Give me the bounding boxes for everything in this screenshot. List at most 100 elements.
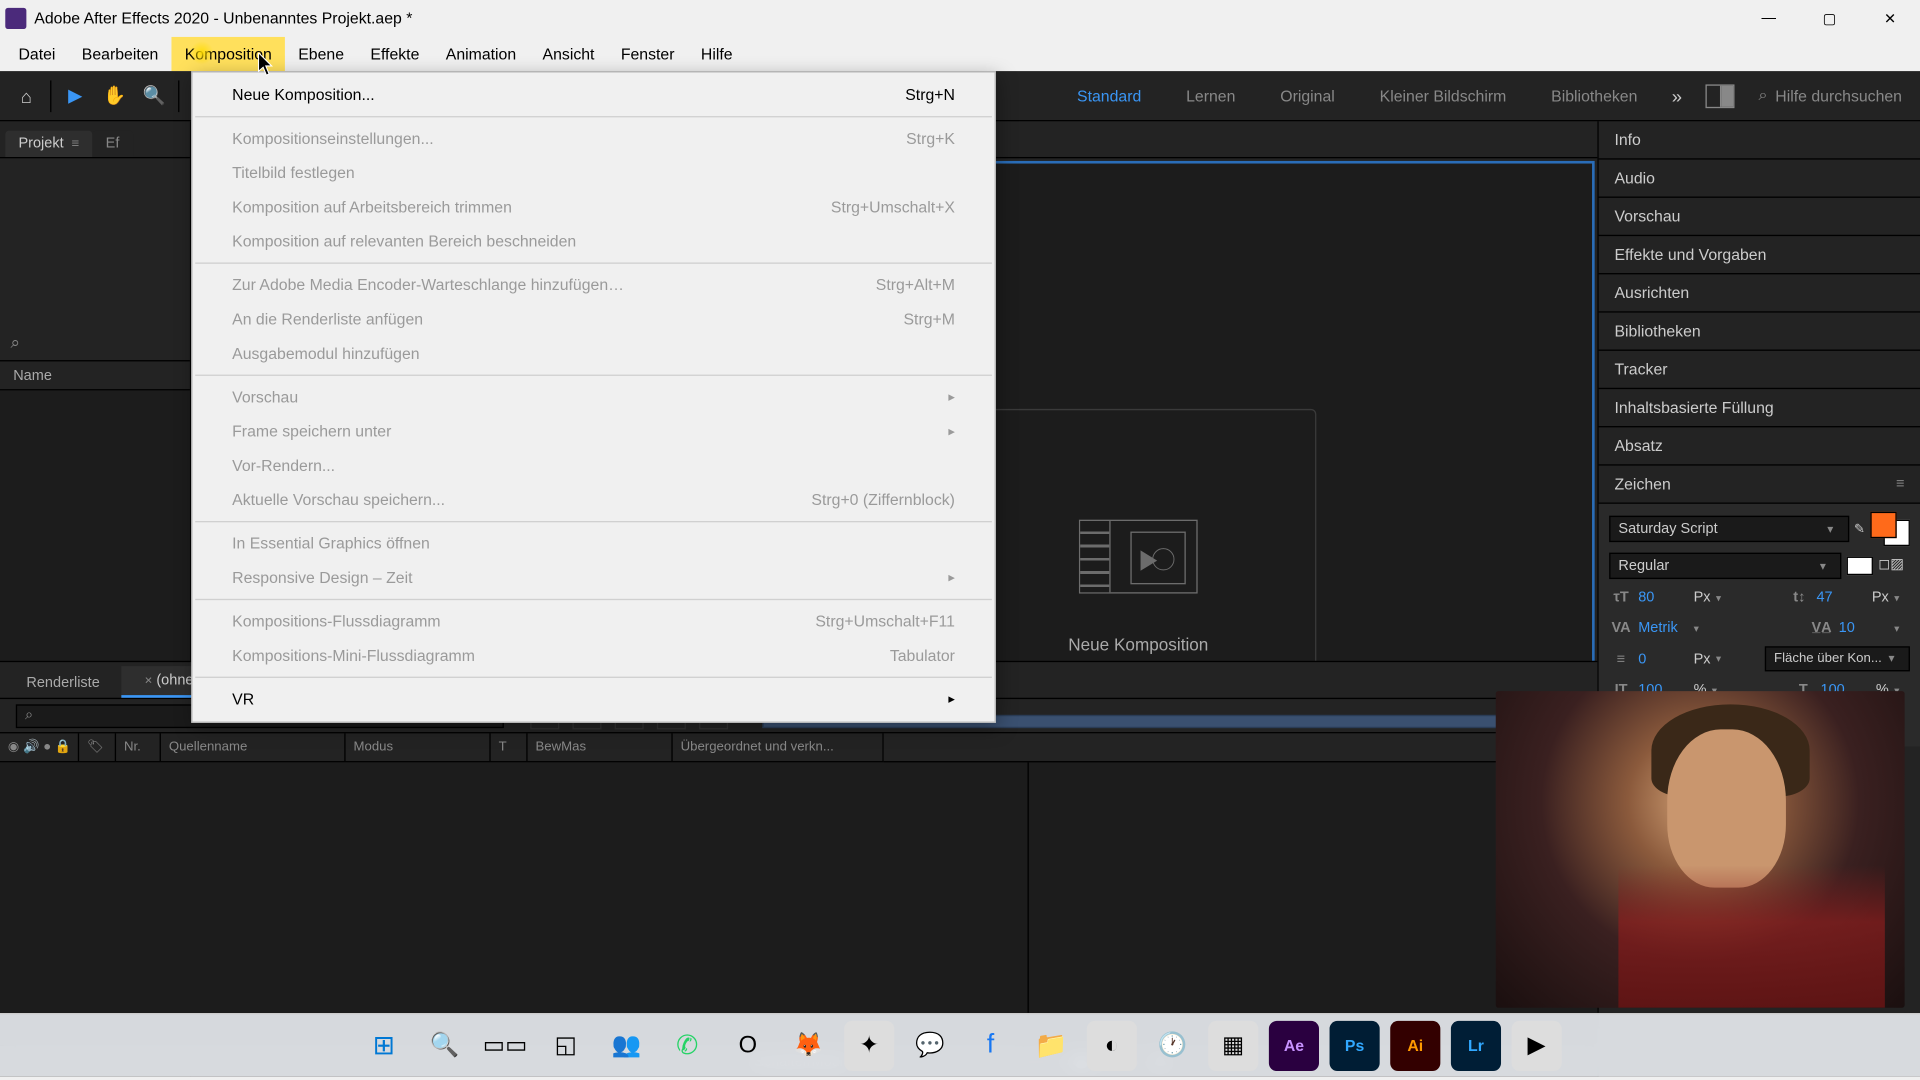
menu-item-komposition-auf-relevanten-bereich-beschneiden: Komposition auf relevanten Bereich besch… [193, 224, 995, 258]
taskbar-facebook[interactable]: f [966, 1020, 1016, 1070]
stroke-mode-dropdown[interactable]: Fläche über Kon...▾ [1765, 646, 1910, 671]
workspace-bibliotheken[interactable]: Bibliotheken [1541, 71, 1648, 120]
font-style-dropdown[interactable]: Regular▾ [1609, 553, 1841, 579]
taskbar-ps[interactable]: Ps [1330, 1020, 1380, 1070]
effects-tab[interactable]: Ef [92, 131, 132, 157]
font-family-dropdown[interactable]: Saturday Script▾ [1609, 516, 1849, 542]
bewmas-column[interactable]: BewMas [528, 733, 673, 761]
bw-swatch[interactable] [1847, 557, 1873, 575]
lock-column-icon[interactable]: 🔒 [55, 740, 71, 755]
window-title: Adobe After Effects 2020 - Unbenanntes P… [34, 9, 412, 27]
help-search[interactable]: ⌕ Hilfe durchsuchen [1758, 86, 1912, 106]
zeichen-title: Zeichen [1614, 475, 1670, 493]
minimize-button[interactable]: — [1738, 0, 1799, 37]
nr-column[interactable]: Nr. [116, 733, 161, 761]
project-tab[interactable]: Projekt ≡ [5, 131, 92, 157]
panel-ausrichten[interactable]: Ausrichten [1599, 274, 1920, 312]
taskbar-win[interactable]: ⊞ [359, 1020, 409, 1070]
panel-menu-icon[interactable]: ≡ [72, 137, 80, 152]
layer-list[interactable] [0, 762, 1029, 1044]
maximize-button[interactable]: ▢ [1799, 0, 1860, 37]
panel-tracker[interactable]: Tracker [1599, 351, 1920, 389]
t-column[interactable]: T [491, 733, 528, 761]
menu-datei[interactable]: Datei [5, 37, 68, 71]
menu-item-neue-komposition[interactable]: Neue Komposition...Strg+N [193, 78, 995, 112]
audio-column-icon[interactable]: 🔊 [23, 740, 39, 755]
workspace-standard[interactable]: Standard [1066, 71, 1151, 120]
taskbar-app4[interactable]: ▶ [1512, 1020, 1562, 1070]
taskbar-taskview[interactable]: ▭▭ [480, 1020, 530, 1070]
menu-bearbeiten[interactable]: Bearbeiten [69, 37, 172, 71]
panel-menu-icon[interactable]: ≡ [1896, 476, 1904, 492]
tracking-value[interactable]: 10 [1839, 620, 1889, 636]
panel-audio[interactable]: Audio [1599, 160, 1920, 198]
panel-vorschau[interactable]: Vorschau [1599, 198, 1920, 236]
kerning-icon: VA [1609, 616, 1633, 640]
menu-hilfe[interactable]: Hilfe [688, 37, 746, 71]
font-size-icon: τT [1609, 586, 1633, 610]
workspace-original[interactable]: Original [1270, 71, 1346, 120]
kerning-value[interactable]: Metrik [1638, 620, 1688, 636]
panel-inhaltsbasierte-f-llung[interactable]: Inhaltsbasierte Füllung [1599, 389, 1920, 427]
panel-absatz[interactable]: Absatz [1599, 427, 1920, 465]
taskbar-ae[interactable]: Ae [1269, 1020, 1319, 1070]
panel-bibliotheken[interactable]: Bibliotheken [1599, 313, 1920, 351]
menu-animation[interactable]: Animation [433, 37, 530, 71]
taskbar-teams[interactable]: 👥 [601, 1020, 651, 1070]
taskbar-explorer[interactable]: 📁 [1026, 1020, 1076, 1070]
source-column[interactable]: Quellenname [161, 733, 346, 761]
taskbar-messenger[interactable]: 💬 [905, 1020, 955, 1070]
menu-item-zur-adobe-media-encoder-warteschlange-hinzuf-gen: Zur Adobe Media Encoder-Warteschlange hi… [193, 268, 995, 302]
taskbar-search[interactable]: 🔍 [419, 1020, 469, 1070]
selection-tool[interactable]: ▶ [57, 77, 94, 114]
workspace-overflow-button[interactable]: » [1672, 85, 1682, 106]
project-search[interactable]: ⌕ [0, 324, 190, 361]
menu-item-vr[interactable]: VR [193, 682, 995, 716]
font-size-value[interactable]: 80 [1638, 590, 1688, 606]
timeline-header: ◉ 🔊 ● 🔒 🏷 Nr. Quellenname Modus T BewMas… [0, 733, 1597, 762]
taskbar-app1[interactable]: ✦ [844, 1020, 894, 1070]
panel-info[interactable]: Info [1599, 121, 1920, 159]
time-ruler[interactable] [884, 733, 1598, 762]
leading-value[interactable]: 47 [1816, 590, 1866, 606]
eyedropper-icon[interactable]: ✎ [1854, 522, 1865, 537]
taskbar-ai[interactable]: Ai [1390, 1020, 1440, 1070]
taskbar-firefox[interactable]: 🦊 [783, 1020, 833, 1070]
hand-tool[interactable]: ✋ [96, 77, 133, 114]
menu-ebene[interactable]: Ebene [285, 37, 357, 71]
effects-tab-label: Ef [106, 136, 120, 152]
menu-item-frame-speichern-unter: Frame speichern unter [193, 414, 995, 448]
workspace-lernen[interactable]: Lernen [1176, 71, 1246, 120]
taskbar-widgets[interactable]: ◱ [541, 1020, 591, 1070]
label-column-icon[interactable]: 🏷 [87, 740, 104, 755]
taskbar-lr[interactable]: Lr [1451, 1020, 1501, 1070]
timeline-tab-renderliste[interactable]: Renderliste [11, 669, 116, 698]
taskbar-whatsapp[interactable]: ✆ [662, 1020, 712, 1070]
zoom-tool[interactable]: 🔍 [136, 77, 173, 114]
windows-taskbar: ⊞🔍▭▭◱👥✆O🦊✦💬f📁◐🕐▦AePsAiLr▶ [0, 1013, 1920, 1076]
menu-ansicht[interactable]: Ansicht [529, 37, 607, 71]
taskbar-app3[interactable]: ▦ [1208, 1020, 1258, 1070]
titlebar: Adobe After Effects 2020 - Unbenanntes P… [0, 0, 1920, 37]
stroke-width-value[interactable]: 0 [1638, 651, 1688, 667]
no-color-swatch[interactable]: ◻▨ [1878, 555, 1910, 576]
menu-item-kompositionseinstellungen: Kompositionseinstellungen...Strg+K [193, 121, 995, 155]
menu-komposition[interactable]: Komposition [172, 37, 285, 71]
workspace-kleiner-bildschirm[interactable]: Kleiner Bildschirm [1369, 71, 1517, 120]
fill-stroke-swatch[interactable] [1870, 512, 1910, 546]
panel-toggle-button[interactable] [1706, 84, 1735, 108]
home-button[interactable]: ⌂ [8, 77, 45, 114]
taskbar-clock[interactable]: 🕐 [1148, 1020, 1198, 1070]
menu-effekte[interactable]: Effekte [357, 37, 432, 71]
project-column-name[interactable]: Name [0, 361, 190, 390]
zeichen-panel-header[interactable]: Zeichen ≡ [1599, 466, 1920, 504]
mode-column[interactable]: Modus [346, 733, 491, 761]
visibility-column-icon[interactable]: ◉ [8, 740, 20, 755]
panel-effekte-und-vorgaben[interactable]: Effekte und Vorgaben [1599, 236, 1920, 274]
taskbar-app2[interactable]: ◐ [1087, 1020, 1137, 1070]
parent-column[interactable]: Übergeordnet und verkn... [673, 733, 884, 761]
solo-column-icon[interactable]: ● [43, 740, 51, 755]
close-button[interactable]: ✕ [1860, 0, 1920, 37]
menu-fenster[interactable]: Fenster [608, 37, 688, 71]
taskbar-opera[interactable]: O [723, 1020, 773, 1070]
